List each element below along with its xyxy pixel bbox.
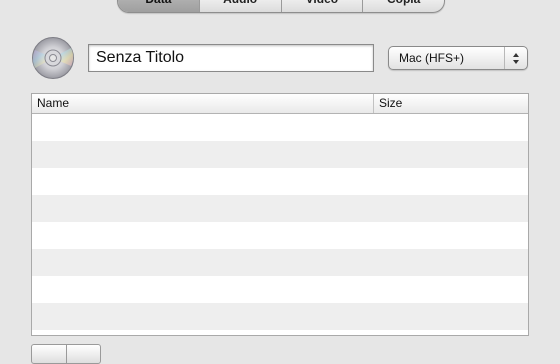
table-row[interactable] xyxy=(32,114,528,141)
tab-audio[interactable]: Audio xyxy=(200,0,282,12)
format-select[interactable]: Mac (HFS+) xyxy=(388,46,528,70)
table-row[interactable] xyxy=(32,276,528,303)
updown-arrows-icon xyxy=(504,47,527,69)
burn-mode-segmented-control: Data Audio Video Copia xyxy=(117,0,445,13)
format-select-value: Mac (HFS+) xyxy=(399,51,465,65)
tab-data[interactable]: Data xyxy=(118,0,200,12)
column-header-size[interactable]: Size xyxy=(374,94,528,113)
table-row[interactable] xyxy=(32,195,528,222)
tab-video[interactable]: Video xyxy=(282,0,364,12)
table-row[interactable] xyxy=(32,222,528,249)
table-row[interactable] xyxy=(32,168,528,195)
table-row[interactable] xyxy=(32,141,528,168)
table-header: Name Size xyxy=(32,94,528,114)
cd-disc-icon xyxy=(32,37,74,79)
table-body xyxy=(32,114,528,335)
file-table[interactable]: Name Size xyxy=(31,93,529,336)
add-button[interactable] xyxy=(32,345,67,363)
remove-button[interactable] xyxy=(67,345,101,363)
table-row[interactable] xyxy=(32,303,528,330)
table-row[interactable] xyxy=(32,249,528,276)
column-header-name[interactable]: Name xyxy=(32,94,374,113)
disc-title-field[interactable] xyxy=(88,44,374,72)
table-row[interactable] xyxy=(32,330,528,335)
add-remove-buttons xyxy=(31,344,101,364)
tab-copia[interactable]: Copia xyxy=(363,0,444,12)
